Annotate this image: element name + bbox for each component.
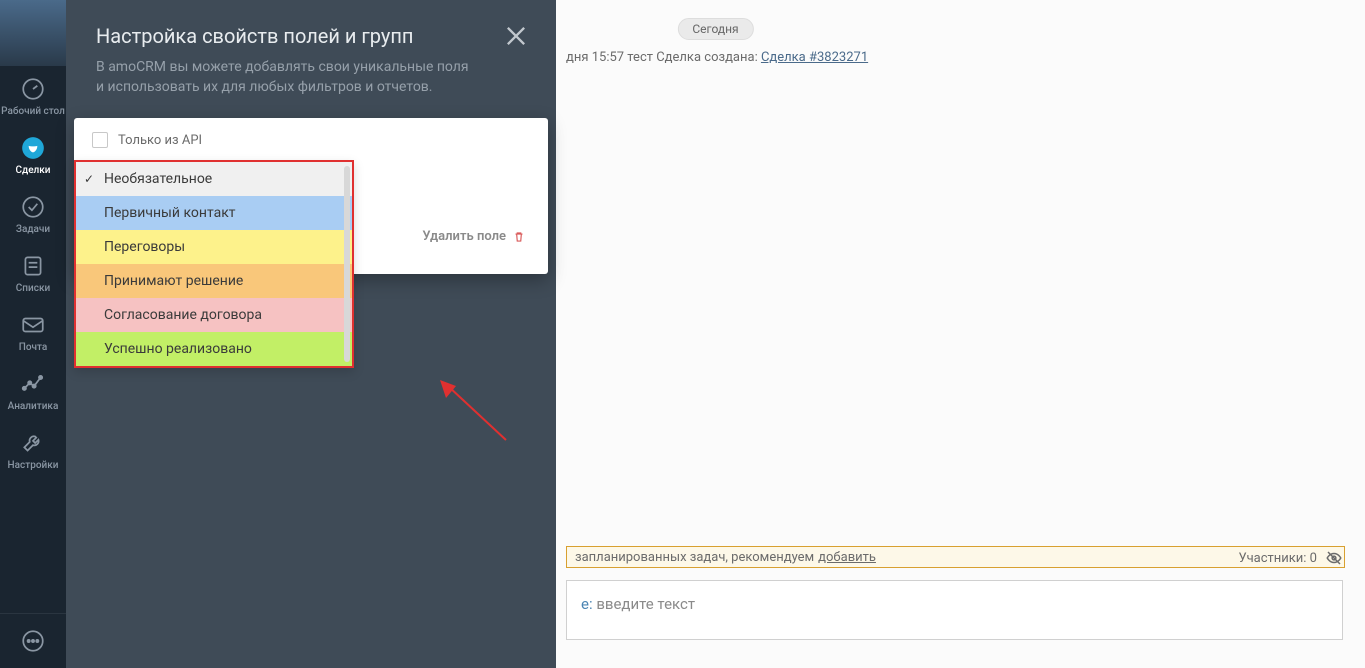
option-negotiation[interactable]: Переговоры: [76, 230, 352, 264]
note-placeholder: введите текст: [593, 595, 695, 613]
sidebar-item-label: Аналитика: [8, 401, 59, 412]
sidebar-item-label: Почта: [19, 342, 48, 353]
recommend-banner: запланированных задач, рекомендуем добав…: [566, 546, 1345, 568]
option-label: Успешно реализовано: [104, 341, 252, 357]
sidebar-item-lists[interactable]: Списки: [0, 243, 66, 302]
sidebar-chat[interactable]: [0, 613, 66, 668]
recommend-text: запланированных задач, рекомендуем: [575, 550, 814, 565]
close-button[interactable]: [502, 22, 530, 50]
annotation-arrow-icon: [436, 380, 516, 450]
overlay-subtitle: В amoCRM вы можете добавлять свои уникал…: [96, 58, 476, 97]
eye-off-icon[interactable]: [1325, 549, 1343, 567]
check-icon: ✓: [84, 172, 94, 186]
option-contract[interactable]: Согласование договора: [76, 298, 352, 332]
note-prefix: е:: [581, 595, 593, 613]
api-only-checkbox[interactable]: [92, 132, 108, 148]
api-only-label: Только из API: [118, 133, 202, 148]
sidebar-item-tasks[interactable]: Задачи: [0, 184, 66, 243]
participants-label: Участники: 0: [1239, 551, 1317, 566]
wrench-icon: [20, 430, 46, 456]
close-icon: [502, 22, 530, 50]
date-chip: Сегодня: [677, 18, 753, 40]
sidebar-item-analytics[interactable]: Аналитика: [0, 361, 66, 420]
deals-icon: [20, 135, 46, 161]
list-icon: [20, 253, 46, 279]
overlay-title: Настройка свойств полей и групп: [96, 24, 526, 48]
option-primary-contact[interactable]: Первичный контакт: [76, 196, 352, 230]
option-success[interactable]: Успешно реализовано: [76, 332, 352, 366]
note-input[interactable]: е: введите текст: [566, 580, 1343, 640]
option-optional[interactable]: ✓ Необязательное: [76, 162, 352, 196]
account-logo[interactable]: [0, 0, 66, 66]
mail-icon: [20, 312, 46, 338]
delete-field-button[interactable]: Удалить поле: [422, 229, 526, 244]
required-stage-dropdown[interactable]: ✓ Необязательное Первичный контакт Перег…: [74, 160, 354, 368]
settings-overlay: Настройка свойств полей и групп В amoCRM…: [66, 0, 556, 668]
option-label: Первичный контакт: [104, 205, 236, 221]
sidebar-item-dashboard[interactable]: Рабочий стол: [0, 66, 66, 125]
api-only-row: Только из API: [74, 118, 548, 156]
chat-icon: [20, 628, 46, 654]
sidebar-item-deals[interactable]: Сделки: [0, 125, 66, 184]
gauge-icon: [20, 76, 46, 102]
analytics-icon: [20, 371, 46, 397]
sidebar-item-label: Задачи: [16, 224, 50, 235]
recommend-add-link[interactable]: добавить: [818, 550, 876, 565]
option-label: Переговоры: [104, 239, 185, 255]
sidebar-item-settings[interactable]: Настройки: [0, 420, 66, 479]
trash-icon: [512, 230, 526, 244]
feed-entry: дня 15:57 тест Сделка создана: Сделка #3…: [566, 50, 868, 65]
feed-text: дня 15:57 тест Сделка создана:: [566, 50, 761, 65]
option-label: Согласование договора: [104, 307, 262, 323]
delete-field-label: Удалить поле: [422, 229, 506, 244]
check-circle-icon: [20, 194, 46, 220]
participants-info: Участники: 0: [1239, 549, 1343, 567]
sidebar: Рабочий стол Сделки Задачи Списки Почта …: [0, 0, 66, 668]
sidebar-item-mail[interactable]: Почта: [0, 302, 66, 361]
option-label: Принимают решение: [104, 273, 243, 289]
sidebar-item-label: Рабочий стол: [1, 106, 65, 117]
option-decision[interactable]: Принимают решение: [76, 264, 352, 298]
sidebar-item-label: Настройки: [8, 460, 59, 471]
option-label: Необязательное: [104, 171, 212, 187]
overlay-header: Настройка свойств полей и групп В amoCRM…: [66, 0, 556, 115]
sidebar-item-label: Списки: [16, 283, 50, 294]
deal-link[interactable]: Сделка #3823271: [761, 50, 868, 65]
sidebar-item-label: Сделки: [15, 165, 50, 176]
